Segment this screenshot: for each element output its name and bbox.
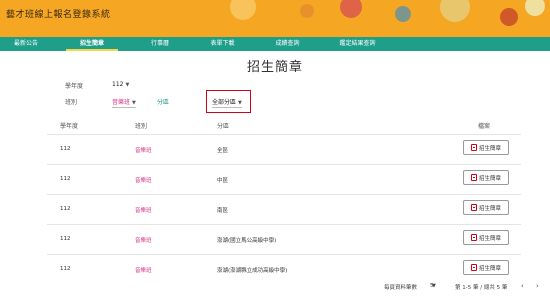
year-select[interactable]: 112 ▼ (112, 81, 129, 88)
decoration-shape (395, 6, 411, 22)
cell-region: 澎湖(國立馬公高級中學) (217, 238, 277, 244)
download-brochure-button[interactable]: 招生簡章 (463, 260, 509, 275)
table-header: 學年度 班別 分區 檔案 (0, 121, 550, 131)
cell-region: 澎湖(澎湖縣立成功高級中學) (217, 268, 288, 274)
download-brochure-button[interactable]: 招生簡章 (463, 170, 509, 185)
column-header-region: 分區 (217, 123, 230, 130)
cell-class[interactable]: 音樂班 (135, 176, 152, 184)
table-row: 112 音樂班 澎湖(國立馬公高級中學) 招生簡章 (47, 224, 521, 254)
button-label: 招生簡章 (478, 175, 501, 182)
caret-down-icon: ▼ (132, 100, 136, 106)
decoration-shape (340, 0, 362, 18)
cell-year: 112 (60, 206, 71, 212)
cell-region: 南區 (217, 208, 229, 214)
pdf-icon (470, 264, 477, 271)
decoration-shape (230, 0, 256, 20)
button-label: 招生簡章 (478, 265, 501, 272)
region-select-value: 全部分區 (212, 99, 237, 106)
pdf-icon (470, 234, 477, 241)
decoration-shape (300, 4, 314, 18)
caret-down-icon: ▼ (432, 283, 436, 289)
cell-region: 全區 (217, 148, 229, 154)
page-range: 第 1-5 筆 / 總共 5 筆 (455, 285, 508, 291)
class-select-value: 音樂班 (112, 99, 131, 106)
cell-year: 112 (60, 266, 71, 272)
cell-region: 中區 (217, 178, 229, 184)
class-label: 班別 (65, 99, 78, 106)
site-header: 藝才班線上報名登錄系統 (0, 0, 550, 37)
decoration-shape (500, 8, 518, 26)
cell-year: 112 (60, 236, 71, 242)
decoration-shape (525, 0, 545, 16)
column-header-file: 檔案 (478, 123, 491, 130)
chevron-left-icon[interactable]: ‹ (521, 282, 524, 290)
pdf-icon (470, 204, 477, 211)
year-label: 學年度 (65, 83, 84, 90)
table-row: 112 音樂班 澎湖(澎湖縣立成功高級中學) 招生簡章 (47, 254, 521, 284)
main-nav: 最新公告 招生簡章 行事曆 表單下載 成績查詢 鑑定結果查詢 (0, 37, 550, 51)
cell-class[interactable]: 音樂班 (135, 266, 152, 274)
select-underline (212, 107, 242, 108)
cell-year: 112 (60, 146, 71, 152)
nav-item-result-query[interactable]: 鑑定結果查詢 (320, 37, 395, 51)
button-label: 招生簡章 (478, 235, 501, 242)
table-row: 112 音樂班 南區 招生簡章 (47, 194, 521, 224)
cell-class[interactable]: 音樂班 (135, 236, 152, 244)
download-brochure-button[interactable]: 招生簡章 (463, 200, 509, 215)
cell-class[interactable]: 音樂班 (135, 146, 152, 154)
column-header-class: 班別 (135, 123, 148, 130)
region-select[interactable]: 全部分區 ▼ (212, 97, 242, 108)
page-title: 招生簡章 (246, 60, 303, 75)
chevron-right-icon[interactable]: › (536, 282, 539, 290)
nav-item-score-query[interactable]: 成績查詢 (260, 37, 315, 51)
pdf-icon (470, 174, 477, 181)
caret-down-icon: ▼ (125, 82, 130, 88)
cell-class[interactable]: 音樂班 (135, 206, 152, 214)
select-underline (112, 107, 136, 108)
button-label: 招生簡章 (478, 145, 501, 152)
table-row: 112 音樂班 中區 招生簡章 (47, 164, 521, 194)
pdf-icon (470, 144, 477, 151)
nav-item-admission-brochure[interactable]: 招生簡章 (58, 37, 126, 51)
decoration-shape (440, 0, 470, 22)
region-label: 分區 (157, 99, 170, 106)
button-label: 招生簡章 (478, 205, 501, 212)
site-title: 藝才班線上報名登錄系統 (6, 10, 111, 20)
caret-down-icon: ▼ (238, 100, 242, 106)
pagination: 每頁資料筆數 5 ▼ 第 1-5 筆 / 總共 5 筆 ‹ › (0, 282, 550, 293)
download-brochure-button[interactable]: 招生簡章 (463, 140, 509, 155)
cell-year: 112 (60, 176, 71, 182)
rows-per-page-label: 每頁資料筆數 (384, 285, 418, 291)
nav-item-announcements[interactable]: 最新公告 (0, 37, 52, 51)
nav-item-form-downloads[interactable]: 表單下載 (195, 37, 250, 51)
nav-item-calendar[interactable]: 行事曆 (135, 37, 185, 51)
download-brochure-button[interactable]: 招生簡章 (463, 230, 509, 245)
column-header-year: 學年度 (60, 123, 79, 130)
year-select-value: 112 (112, 81, 124, 88)
class-select[interactable]: 音樂班 ▼ (112, 97, 136, 108)
table-row: 112 音樂班 全區 招生簡章 (47, 134, 521, 164)
